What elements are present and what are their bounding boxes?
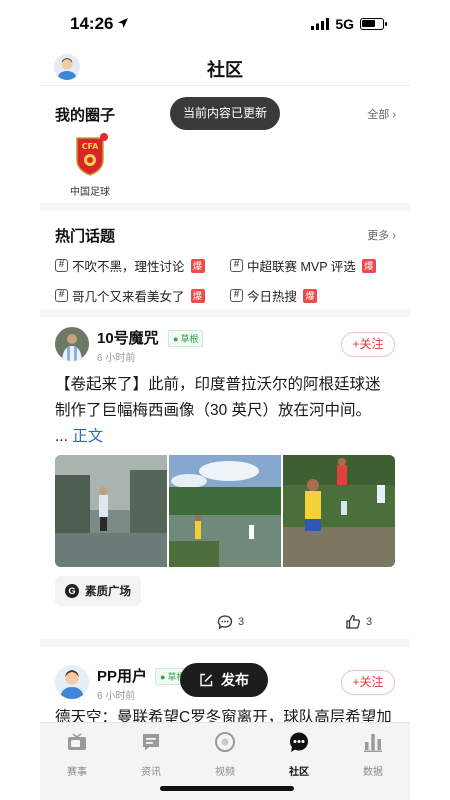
post-username[interactable]: 10号魔咒: [97, 327, 159, 348]
circle-name: 中国足球: [70, 187, 110, 198]
bar-chart-icon: [364, 734, 382, 752]
topics-more-link[interactable]: 更多 ›: [367, 227, 396, 243]
post-tag-label: 素质广场: [85, 586, 131, 598]
cfa-shield-icon: CFA: [76, 137, 104, 176]
topics-title: 热门话题: [55, 228, 116, 245]
like-count: 3: [366, 616, 373, 628]
post-time: 6 小时前: [97, 353, 136, 364]
post-photo[interactable]: [169, 455, 281, 567]
chevron-right-icon: ›: [392, 109, 396, 121]
app-screen: 14:26 5G 社区 我的圈子 全部 › CFA 中国足球 当前内容已更新 热…: [40, 0, 410, 800]
hashtag-icon: #: [55, 259, 68, 272]
post-body-text: 【卷起来了】此前，印度普拉沃尔的阿根廷球迷制作了巨幅梅西画像（30 英尺）放在河…: [55, 376, 381, 419]
hot-badge: 爆: [190, 288, 205, 303]
topic-label: 中超联赛 MVP 评选: [247, 260, 356, 274]
topic-label: 今日热搜: [247, 290, 298, 304]
topic-label: 哥几个又来看美女了: [72, 290, 185, 304]
hashtag-icon: #: [55, 289, 68, 302]
post-content[interactable]: 【卷起来了】此前，印度普拉沃尔的阿根廷球迷制作了巨幅梅西画像（30 英尺）放在河…: [55, 372, 395, 450]
tab-matches[interactable]: 赛事: [40, 731, 114, 778]
edit-icon: [200, 673, 213, 687]
topic-item[interactable]: # 今日热搜 爆: [230, 286, 318, 305]
play-icon: [215, 732, 235, 752]
publish-button[interactable]: 发布: [180, 663, 268, 697]
circle-item-china-football[interactable]: CFA 中国足球: [64, 133, 116, 198]
tab-label: 赛事: [67, 767, 87, 778]
status-time: 14:26: [70, 14, 114, 33]
news-icon: [143, 734, 159, 751]
tab-video[interactable]: 视频: [188, 731, 262, 778]
rank-badge-label: 草根: [180, 334, 199, 344]
update-toast: 当前内容已更新: [170, 97, 280, 130]
follow-button[interactable]: +关注: [341, 670, 395, 695]
comment-button[interactable]: 3: [217, 614, 244, 630]
status-bar: 14:26 5G: [40, 0, 410, 48]
page-title: 社区: [207, 60, 243, 80]
publish-label: 发布: [221, 672, 249, 688]
cfa-logo-text: CFA: [82, 142, 99, 151]
cfa-logo: CFA: [75, 133, 108, 176]
hashtag-icon: #: [230, 289, 243, 302]
post-photo[interactable]: [283, 455, 395, 567]
bottom-tab-bar: 赛事 资讯 视频 社区 数据: [40, 722, 410, 800]
post-photo-grid: [55, 455, 395, 567]
post-photo[interactable]: [55, 455, 167, 567]
chat-bubble-icon: [290, 732, 308, 752]
network-type: 5G: [335, 16, 354, 32]
tab-label: 视频: [215, 767, 235, 778]
leaf-icon: ●: [173, 333, 179, 344]
location-arrow-icon: [118, 18, 128, 28]
avatar-person-icon: [55, 665, 89, 699]
topic-item[interactable]: # 哥几个又来看美女了 爆: [55, 286, 205, 305]
post-avatar[interactable]: [55, 327, 89, 361]
hot-badge: 爆: [190, 258, 205, 273]
battery-icon: [360, 18, 387, 30]
circles-title: 我的圈子: [55, 107, 116, 124]
statues-photo-image: [283, 455, 395, 567]
post-card[interactable]: 10号魔咒 ● 草根 6 小时前 +关注 【卷起来了】此前，印度普拉沃尔的阿根廷球…: [40, 317, 410, 647]
topics-more-label: 更多: [367, 230, 390, 242]
follow-button[interactable]: +关注: [341, 332, 395, 357]
circles-all-link[interactable]: 全部 ›: [367, 106, 396, 122]
tab-label: 数据: [363, 767, 383, 778]
post-time: 6 小时前: [97, 691, 136, 702]
hot-badge: 爆: [303, 288, 318, 303]
post-username[interactable]: PP用户: [97, 665, 147, 686]
signal-icon: [311, 18, 330, 30]
unread-dot: [100, 133, 108, 141]
river-photo-image: [169, 455, 281, 567]
circle-g-icon: G: [65, 584, 79, 598]
tab-label: 社区: [289, 767, 309, 778]
home-indicator: [160, 786, 294, 791]
nav-header: 社区: [40, 48, 410, 86]
rank-badge: ● 草根: [168, 330, 204, 347]
post-avatar[interactable]: [55, 665, 89, 699]
circles-all-label: 全部: [367, 109, 390, 121]
hashtag-icon: #: [230, 259, 243, 272]
leaf-icon: ●: [160, 671, 166, 682]
thumbs-up-icon: [346, 614, 361, 629]
status-indicators: 5G: [311, 16, 387, 32]
avatar-photo-icon: [55, 327, 89, 361]
post-tag-chip[interactable]: G 素质广场: [55, 576, 141, 606]
tv-icon: [68, 733, 86, 750]
post-ellipsis: ...: [55, 428, 68, 445]
topic-item[interactable]: # 不吹不黑，理性讨论 爆: [55, 256, 205, 275]
tab-label: 资讯: [141, 767, 161, 778]
tab-data[interactable]: 数据: [336, 731, 410, 778]
read-more-link[interactable]: 正文: [72, 428, 103, 445]
chevron-right-icon: ›: [392, 230, 396, 242]
like-button[interactable]: 3: [345, 614, 372, 630]
hot-topics-section: 热门话题 更多 › # 不吹不黑，理性讨论 爆 # 中超联赛 MVP 评选 爆 …: [40, 211, 410, 317]
comment-count: 3: [238, 616, 245, 628]
hot-badge: 爆: [361, 258, 376, 273]
tab-news[interactable]: 资讯: [114, 731, 188, 778]
topic-item[interactable]: # 中超联赛 MVP 评选 爆: [230, 256, 376, 275]
tab-community[interactable]: 社区: [262, 731, 336, 778]
comment-icon: [217, 615, 233, 630]
waterfall-photo-image: [55, 455, 167, 567]
topic-label: 不吹不黑，理性讨论: [72, 260, 185, 274]
battery-fill: [362, 20, 376, 27]
